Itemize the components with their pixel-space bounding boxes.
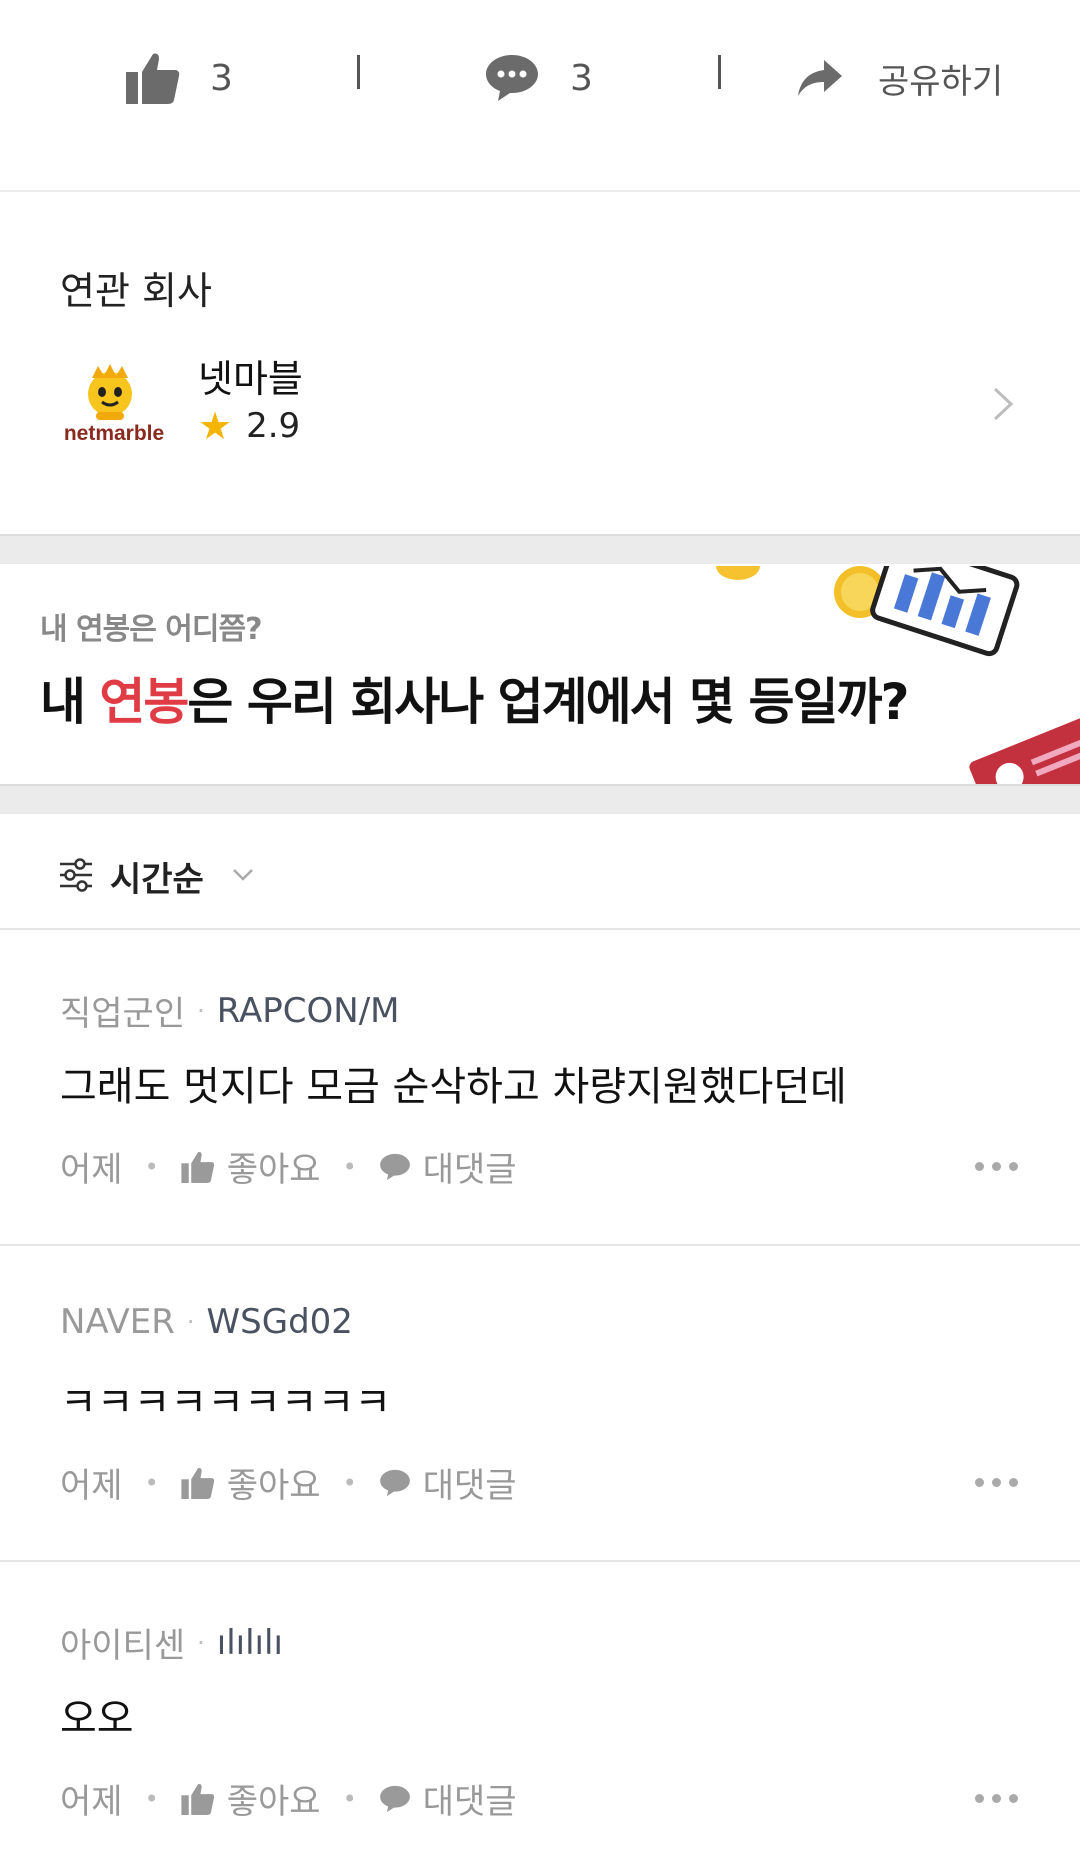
company-name: 넷마블: [198, 357, 303, 401]
separator-dot: ·: [197, 996, 205, 1025]
company-rating: ★ 2.9: [198, 404, 300, 448]
comment-actions: 어제 • 좋아요 • 대댓글: [60, 1774, 517, 1823]
filter-sliders-icon: [58, 857, 94, 897]
sort-dropdown[interactable]: 시간순: [58, 852, 254, 901]
author-company: 아이티센: [60, 1626, 186, 1666]
comment-time: 어제: [60, 1782, 123, 1822]
more-options-icon[interactable]: [975, 1794, 1018, 1803]
comment-author: 아이티센 · ılılılı: [60, 1618, 283, 1667]
more-options-icon[interactable]: [975, 1478, 1018, 1487]
speech-bubble-icon: [379, 1152, 411, 1182]
comment-reply-button[interactable]: 대댓글: [379, 1458, 517, 1507]
section-divider: [0, 784, 1080, 814]
author-company: 직업군인: [60, 994, 186, 1034]
banner-subtitle: 내 연봉은 어디쯤?: [40, 612, 262, 647]
author-username: RAPCON/M: [216, 990, 400, 1031]
banner-illustration: [716, 566, 1080, 784]
thumbs-up-icon: [181, 1467, 215, 1499]
comment-like-button[interactable]: 좋아요: [181, 1774, 321, 1823]
share-arrow-icon: [796, 58, 844, 98]
thumbs-up-icon: [181, 1151, 215, 1183]
separator-dot: ·: [197, 1628, 205, 1657]
speech-bubble-icon: [484, 53, 540, 103]
chevron-down-icon: [232, 867, 254, 886]
comment-reply-button[interactable]: 대댓글: [379, 1774, 517, 1823]
author-company: NAVER: [60, 1302, 175, 1342]
like-count: 3: [210, 57, 233, 99]
section-title: 연관 회사: [60, 269, 212, 313]
comment-like-button[interactable]: 좋아요: [181, 1458, 321, 1507]
speech-bubble-icon: [379, 1468, 411, 1498]
share-label: 공유하기: [878, 61, 1004, 102]
author-username: WSGd02: [206, 1302, 353, 1342]
comment-author: 직업군인 · RAPCON/M: [60, 986, 400, 1035]
comment-text: ㅋㅋㅋㅋㅋㅋㅋㅋㅋ: [60, 1380, 392, 1426]
author-username: ılılılı: [216, 1622, 283, 1663]
comment-reply-button[interactable]: 대댓글: [379, 1142, 517, 1191]
company-logo: netmarble: [58, 358, 170, 450]
comment-count: 3: [570, 57, 593, 99]
thumbs-up-icon: [181, 1783, 215, 1815]
comment-time: 어제: [60, 1466, 123, 1506]
sort-label: 시간순: [110, 860, 204, 900]
salary-banner[interactable]: 내 연봉은 어디쯤? 내 연봉은 우리 회사나 업계에서 몇 등일까?: [0, 566, 1080, 784]
comment-button[interactable]: 3: [484, 48, 593, 108]
comment-like-button[interactable]: 좋아요: [181, 1142, 321, 1191]
comment-item: 아이티센 · ılılılı 오오 어제 • 좋아요 • 대댓글: [0, 1562, 1080, 1874]
comment-text: 그래도 멋지다 모금 순삭하고 차량지원했다던데: [60, 1064, 847, 1110]
comment-item: 직업군인 · RAPCON/M 그래도 멋지다 모금 순삭하고 차량지원했다던데…: [0, 930, 1080, 1246]
article-action-bar: 3 3 공유하기: [0, 0, 1080, 192]
comment-actions: 어제 • 좋아요 • 대댓글: [60, 1458, 517, 1507]
divider: [718, 55, 721, 89]
logo-wordmark: netmarble: [64, 422, 164, 445]
chevron-right-icon: [992, 386, 1014, 426]
rating-value: 2.9: [246, 406, 301, 446]
comment-item: NAVER · WSGd02 ㅋㅋㅋㅋㅋㅋㅋㅋㅋ 어제 • 좋아요 • 대댓글: [0, 1246, 1080, 1562]
comment-time: 어제: [60, 1150, 123, 1190]
sort-bar: 시간순: [0, 816, 1080, 930]
separator-dot: ·: [186, 1308, 195, 1336]
divider: [357, 55, 360, 89]
thumbs-up-icon: [126, 52, 180, 104]
comment-text: 오오: [60, 1696, 134, 1742]
section-divider: [0, 534, 1080, 564]
related-company-section: 연관 회사 netmarble 넷마블 ★ 2.9: [0, 194, 1080, 534]
like-button[interactable]: 3: [126, 48, 233, 108]
share-button[interactable]: 공유하기: [796, 48, 1003, 108]
speech-bubble-icon: [379, 1784, 411, 1814]
star-icon: ★: [198, 404, 233, 448]
comment-author: NAVER · WSGd02: [60, 1302, 353, 1342]
comment-actions: 어제 • 좋아요 • 대댓글: [60, 1142, 517, 1191]
more-options-icon[interactable]: [975, 1162, 1018, 1171]
company-card[interactable]: netmarble 넷마블 ★ 2.9: [0, 344, 1080, 464]
